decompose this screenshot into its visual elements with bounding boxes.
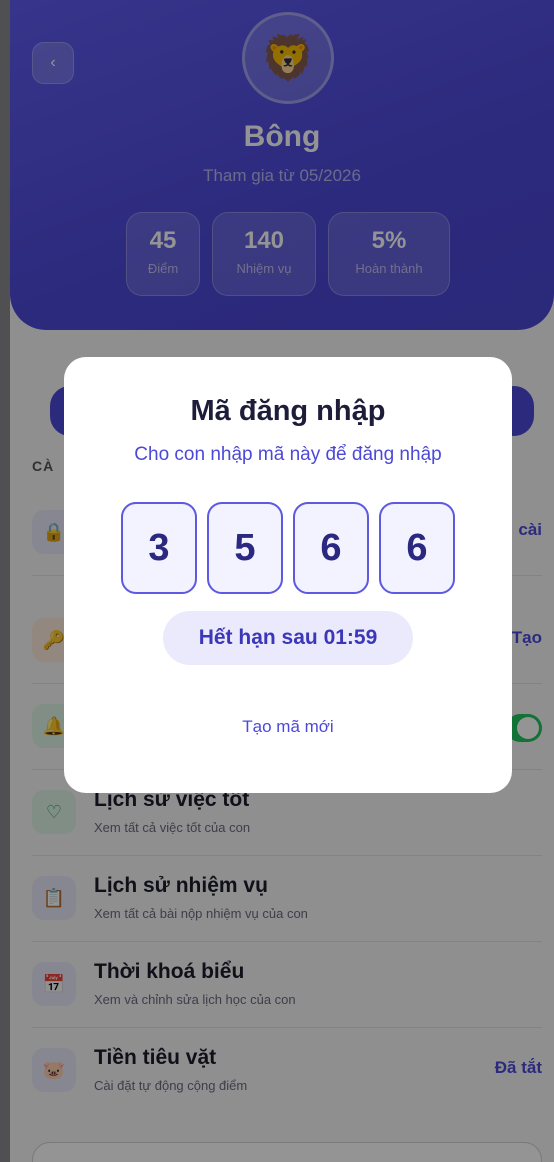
login-code-modal: Mã đăng nhập Cho con nhập mã này để đăng… xyxy=(64,357,512,793)
code-digit: 6 xyxy=(293,502,369,594)
modal-title: Mã đăng nhập xyxy=(190,395,386,427)
code-digits: 3 5 6 6 xyxy=(121,502,455,594)
expiry-badge: Hết hạn sau 01:59 xyxy=(163,611,413,665)
code-digit: 5 xyxy=(207,502,283,594)
code-digit: 6 xyxy=(379,502,455,594)
modal-subtitle: Cho con nhập mã này để đăng nhập xyxy=(134,444,442,465)
code-digit: 3 xyxy=(121,502,197,594)
new-code-button[interactable]: Tạo mã mới xyxy=(64,717,512,737)
